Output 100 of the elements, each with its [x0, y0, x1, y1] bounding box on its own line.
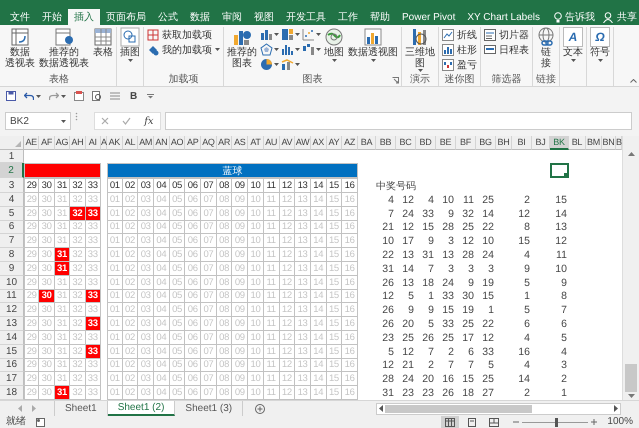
column-header[interactable]: AV	[280, 136, 296, 150]
form-icon[interactable]	[74, 91, 84, 101]
chart-type-button[interactable]	[281, 58, 300, 71]
tell-me-link[interactable]: 告诉我	[565, 10, 595, 24]
column-header[interactable]: AM	[138, 136, 154, 150]
column-header[interactable]: BN	[602, 136, 616, 150]
column-header[interactable]: AW	[295, 136, 311, 150]
slider-thumb[interactable]	[555, 418, 558, 426]
column-header[interactable]: AZ	[342, 136, 358, 150]
column-header[interactable]: AY	[326, 136, 342, 150]
column-header[interactable]: BL	[568, 136, 586, 150]
row-header[interactable]: 4	[0, 193, 24, 207]
scroll-thumb[interactable]	[625, 364, 637, 392]
row-header[interactable]: 3	[0, 178, 24, 193]
row-header[interactable]: 18	[0, 386, 24, 400]
name-box[interactable]: BK2	[5, 112, 71, 130]
column-header[interactable]: BA	[358, 136, 376, 150]
ribbon-button[interactable]: A 文本	[562, 27, 584, 62]
row-header[interactable]: 16	[0, 358, 24, 372]
zoom-out-icon[interactable]	[513, 419, 520, 425]
column-header[interactable]: BB	[376, 136, 396, 150]
dialog-launcher-icon[interactable]	[392, 77, 399, 84]
column-header[interactable]: AK	[106, 136, 123, 150]
column-header[interactable]: AF	[39, 136, 55, 150]
align-icon[interactable]	[110, 92, 120, 100]
ribbon-button[interactable]: 表格	[92, 27, 114, 58]
column-header[interactable]: BJ	[532, 136, 550, 150]
undo-button[interactable]	[24, 92, 41, 100]
ribbon-tab[interactable]: 开始	[36, 9, 68, 25]
chart-type-button[interactable]	[281, 43, 300, 56]
ribbon-button[interactable]: 切片器	[483, 28, 530, 41]
ribbon-tab[interactable]: 页面布局	[100, 9, 152, 25]
customize-caret-icon[interactable]	[147, 94, 154, 98]
active-cell[interactable]	[550, 163, 569, 178]
ribbon-button[interactable]: 链接	[535, 27, 557, 69]
column-header[interactable]: BI	[512, 136, 532, 150]
ribbon-tab[interactable]: 帮助	[364, 9, 396, 25]
row-header[interactable]: 2	[0, 163, 24, 178]
ribbon-tab[interactable]: 审阅	[216, 9, 248, 25]
ribbon-button[interactable]: 我的加载项	[146, 43, 221, 56]
row-header[interactable]: 15	[0, 344, 24, 359]
sheet-tab[interactable]: Sheet1 (2)	[108, 401, 176, 416]
ribbon-button[interactable]: 推荐的图表	[226, 27, 258, 69]
ribbon-tab[interactable]: XY Chart Labels	[461, 9, 546, 25]
chart-type-button[interactable]	[260, 43, 279, 56]
ribbon-tab[interactable]: 工作	[332, 9, 364, 25]
ribbon-button[interactable]: 推荐的数据透视表	[38, 27, 90, 69]
chart-type-button[interactable]	[260, 28, 279, 41]
ribbon-tab[interactable]: 开发工具	[280, 9, 332, 25]
collapse-ribbon-icon[interactable]	[630, 79, 637, 83]
ribbon-button[interactable]: 插图	[119, 27, 141, 62]
row-header[interactable]: 14	[0, 330, 24, 345]
chart-type-button[interactable]	[302, 28, 321, 41]
share-button[interactable]: 共享	[617, 10, 637, 24]
macro-record-icon[interactable]	[36, 418, 45, 426]
row-header[interactable]: 1	[0, 150, 24, 163]
horizontal-scrollbar[interactable]	[376, 402, 621, 414]
column-header[interactable]: BK	[550, 136, 569, 150]
column-header[interactable]: BF	[456, 136, 476, 150]
chart-type-button[interactable]	[260, 58, 279, 71]
column-header[interactable]: AE	[24, 136, 40, 150]
ribbon-button[interactable]: 数据透视图	[347, 27, 399, 62]
ribbon-button[interactable]: 盈亏	[441, 58, 478, 71]
row-header[interactable]: 12	[0, 303, 24, 318]
view-button[interactable]	[441, 416, 460, 428]
ribbon-tab[interactable]: 插入	[68, 9, 100, 25]
ribbon-tab[interactable]: Power Pivot	[396, 9, 462, 25]
column-header[interactable]: BE	[436, 136, 456, 150]
chart-type-button[interactable]	[281, 28, 300, 41]
column-header[interactable]: AG	[54, 136, 70, 150]
redo-button[interactable]	[49, 92, 66, 100]
ribbon-button[interactable]: 数据透视表	[4, 27, 36, 69]
row-header[interactable]: 6	[0, 220, 24, 234]
column-header[interactable]: AX	[310, 136, 327, 150]
ribbon-button[interactable]: 柱形	[441, 43, 478, 56]
formula-input[interactable]	[165, 112, 632, 130]
zoom-level[interactable]: 100%	[607, 416, 633, 428]
column-header[interactable]: BM	[586, 136, 602, 150]
column-header[interactable]: BG	[476, 136, 496, 150]
column-header[interactable]: AH	[70, 136, 86, 150]
chart-type-button[interactable]	[302, 43, 321, 56]
save-icon[interactable]	[6, 91, 16, 101]
column-header[interactable]: BH	[496, 136, 512, 150]
row-header[interactable]: 5	[0, 206, 24, 221]
row-header[interactable]: 11	[0, 290, 24, 304]
bold-button[interactable]: B	[128, 90, 140, 102]
ribbon-button[interactable]: 获取加载项	[146, 28, 221, 41]
column-header[interactable]: AP	[185, 136, 202, 150]
ribbon-tab[interactable]: 文件	[4, 9, 36, 25]
column-header[interactable]: AT	[248, 136, 264, 150]
column-header[interactable]: AI	[86, 136, 101, 150]
column-header[interactable]: AN	[154, 136, 170, 150]
zoom-in-icon[interactable]	[591, 419, 598, 425]
column-header[interactable]: AS	[232, 136, 248, 150]
ribbon-tab[interactable]: 公式	[152, 9, 184, 25]
column-header[interactable]: AL	[122, 136, 138, 150]
column-header[interactable]: AU	[264, 136, 280, 150]
column-header[interactable]: BC	[396, 136, 416, 150]
ribbon-button[interactable]: 三维地图	[404, 27, 436, 72]
insert-function-button[interactable]: fx	[144, 116, 154, 126]
